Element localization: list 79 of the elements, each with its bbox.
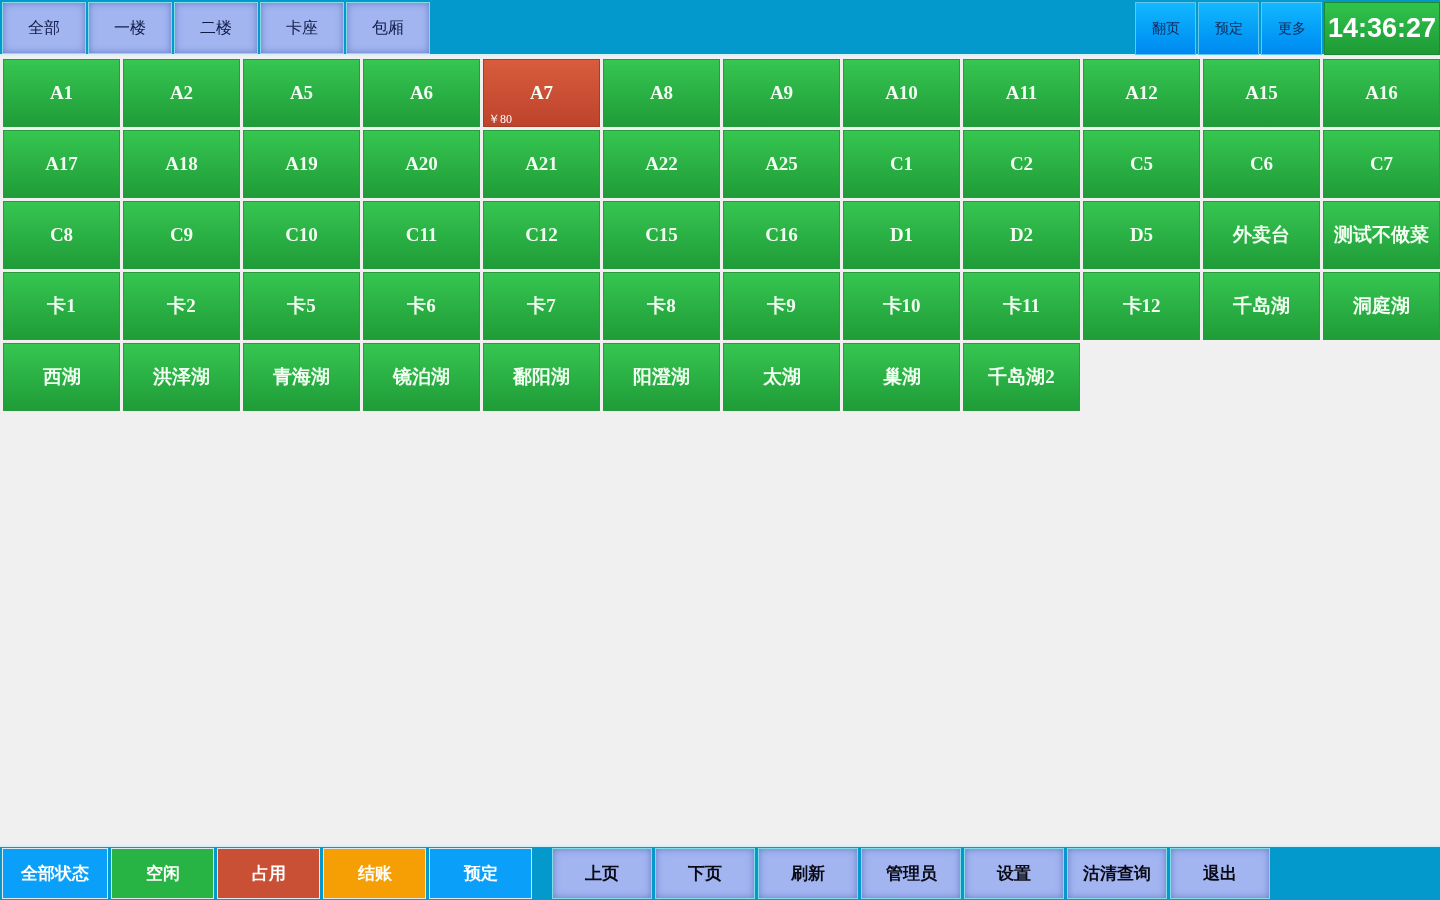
table-button[interactable]: C15 xyxy=(603,201,720,269)
table-button[interactable]: A18 xyxy=(123,130,240,198)
toolbar-button[interactable]: 预定 xyxy=(1198,2,1259,55)
nav-button[interactable]: 上页 xyxy=(552,848,652,899)
nav-button[interactable]: 管理员 xyxy=(861,848,961,899)
table-button[interactable]: 卡7 xyxy=(483,272,600,340)
table-button[interactable]: C11 xyxy=(363,201,480,269)
floor-tab[interactable]: 全部 xyxy=(2,2,86,54)
table-button[interactable]: C16 xyxy=(723,201,840,269)
table-button[interactable]: C8 xyxy=(3,201,120,269)
table-button[interactable]: C9 xyxy=(123,201,240,269)
table-button[interactable]: D5 xyxy=(1083,201,1200,269)
table-button[interactable]: 巢湖 xyxy=(843,343,960,411)
table-button[interactable]: A20 xyxy=(363,130,480,198)
table-button[interactable]: 鄱阳湖 xyxy=(483,343,600,411)
table-button[interactable]: 卡8 xyxy=(603,272,720,340)
table-button[interactable]: A17 xyxy=(3,130,120,198)
table-button[interactable]: 外卖台 xyxy=(1203,201,1320,269)
floor-tab[interactable]: 卡座 xyxy=(260,2,344,54)
table-button[interactable]: 卡12 xyxy=(1083,272,1200,340)
table-button[interactable]: A5 xyxy=(243,59,360,127)
table-button[interactable]: C1 xyxy=(843,130,960,198)
table-button[interactable]: 千岛湖2 xyxy=(963,343,1080,411)
table-button[interactable]: 太湖 xyxy=(723,343,840,411)
table-button[interactable]: 卡9 xyxy=(723,272,840,340)
table-button[interactable]: C12 xyxy=(483,201,600,269)
nav-button[interactable]: 刷新 xyxy=(758,848,858,899)
table-button[interactable]: D2 xyxy=(963,201,1080,269)
table-button[interactable]: A9 xyxy=(723,59,840,127)
table-button[interactable]: A19 xyxy=(243,130,360,198)
nav-button[interactable]: 退出 xyxy=(1170,848,1270,899)
table-button[interactable]: A15 xyxy=(1203,59,1320,127)
table-button[interactable]: C2 xyxy=(963,130,1080,198)
status-filter-button[interactable]: 结账 xyxy=(323,848,426,899)
table-button[interactable]: 西湖 xyxy=(3,343,120,411)
clock: 14:36:27 xyxy=(1324,2,1440,55)
table-button[interactable]: C5 xyxy=(1083,130,1200,198)
status-filter-button[interactable]: 预定 xyxy=(429,848,532,899)
nav-button[interactable]: 设置 xyxy=(964,848,1064,899)
floor-tab[interactable]: 包厢 xyxy=(346,2,430,54)
toolbar-button[interactable]: 更多 xyxy=(1261,2,1322,55)
status-filter-button[interactable]: 全部状态 xyxy=(2,848,108,899)
table-button[interactable]: 卡1 xyxy=(3,272,120,340)
nav-button[interactable]: 沽清查询 xyxy=(1067,848,1167,899)
status-filter-button[interactable]: 占用 xyxy=(217,848,320,899)
table-button[interactable]: C10 xyxy=(243,201,360,269)
table-button[interactable]: 测试不做菜 xyxy=(1323,201,1440,269)
table-button[interactable]: A22 xyxy=(603,130,720,198)
table-button[interactable]: 洞庭湖 xyxy=(1323,272,1440,340)
table-button[interactable]: A1 xyxy=(3,59,120,127)
table-button[interactable]: A2 xyxy=(123,59,240,127)
table-button[interactable]: 千岛湖 xyxy=(1203,272,1320,340)
nav-button[interactable]: 下页 xyxy=(655,848,755,899)
table-button[interactable]: 镜泊湖 xyxy=(363,343,480,411)
table-button[interactable]: C6 xyxy=(1203,130,1320,198)
table-button[interactable]: 卡11 xyxy=(963,272,1080,340)
table-button[interactable]: A16 xyxy=(1323,59,1440,127)
table-button[interactable]: A21 xyxy=(483,130,600,198)
table-button[interactable]: A6 xyxy=(363,59,480,127)
table-button[interactable]: A7 ￥80 xyxy=(483,59,600,127)
table-button[interactable]: 洪泽湖 xyxy=(123,343,240,411)
table-button[interactable]: 卡6 xyxy=(363,272,480,340)
table-button[interactable]: D1 xyxy=(843,201,960,269)
table-button[interactable]: A8 xyxy=(603,59,720,127)
table-button[interactable]: 卡10 xyxy=(843,272,960,340)
table-button[interactable]: C7 xyxy=(1323,130,1440,198)
floor-tab[interactable]: 一楼 xyxy=(88,2,172,54)
status-filter-button[interactable]: 空闲 xyxy=(111,848,214,899)
table-button[interactable]: A11 xyxy=(963,59,1080,127)
table-button[interactable]: 卡2 xyxy=(123,272,240,340)
table-button[interactable]: 卡5 xyxy=(243,272,360,340)
table-button[interactable]: 青海湖 xyxy=(243,343,360,411)
table-button[interactable]: 阳澄湖 xyxy=(603,343,720,411)
toolbar-button[interactable]: 翻页 xyxy=(1135,2,1196,55)
table-button[interactable]: A12 xyxy=(1083,59,1200,127)
table-button[interactable]: A10 xyxy=(843,59,960,127)
floor-tab[interactable]: 二楼 xyxy=(174,2,258,54)
table-button[interactable]: A25 xyxy=(723,130,840,198)
price-label: ￥80 xyxy=(488,113,512,125)
